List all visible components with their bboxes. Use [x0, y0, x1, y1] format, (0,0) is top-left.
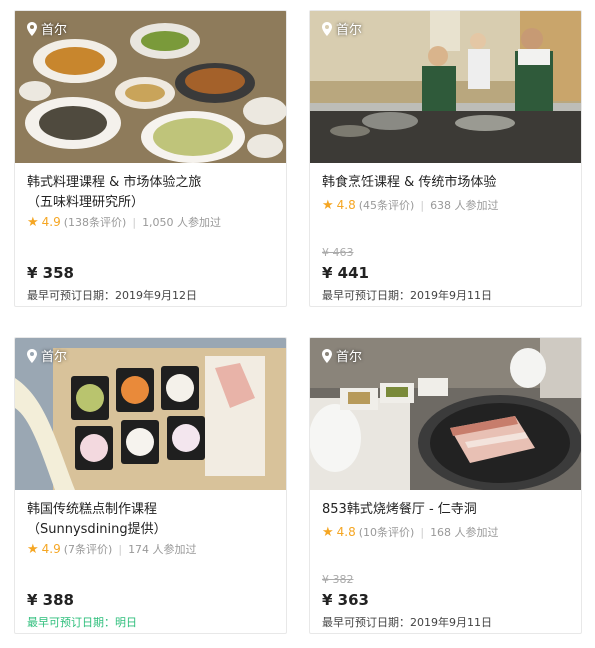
activity-title[interactable]: 韩食烹饪课程 & 传统市场体验	[322, 173, 570, 193]
location-text: 首尔	[41, 350, 68, 365]
star-icon: ★	[27, 214, 39, 230]
title-line-2: （五味料理研究所）	[27, 195, 145, 210]
star-icon: ★	[322, 197, 334, 213]
separator: |	[132, 215, 137, 229]
activity-title[interactable]: 韩国传统糕点制作课程 （Sunnysdining提供）	[27, 500, 275, 540]
location-label: 首尔	[27, 19, 67, 38]
location-text: 首尔	[336, 23, 363, 38]
rating-score: 4.9	[41, 542, 61, 556]
earliest-date: 最早可预订日期：明日	[27, 616, 137, 629]
participant-count: 1,050 人参加过	[142, 216, 222, 229]
location-label: 首尔	[27, 346, 67, 365]
location-pin-icon	[322, 348, 332, 363]
location-label: 首尔	[322, 346, 362, 365]
participant-count: 638 人参加过	[430, 199, 499, 212]
location-label: 首尔	[322, 19, 362, 38]
rating-score: 4.8	[336, 198, 356, 212]
location-pin-icon	[27, 21, 37, 36]
title-line-1: 韩食烹饪课程 & 传统市场体验	[322, 175, 497, 190]
rating-row: ★ 4.8 (45条评价) | 638 人参加过	[322, 197, 499, 213]
rating-row: ★ 4.9 (7条评价) | 174 人参加过	[27, 541, 197, 557]
star-icon: ★	[322, 524, 334, 540]
activity-card-rice-cake-class[interactable]: 首尔 韩国传统糕点制作课程 （Sunnysdining提供） ★ 4.9 (7条…	[14, 337, 287, 634]
star-icon: ★	[27, 541, 39, 557]
separator: |	[420, 198, 425, 212]
price: ¥ 388	[27, 591, 74, 609]
activity-title[interactable]: 韩式料理课程 & 市场体验之旅 （五味料理研究所）	[27, 173, 275, 213]
title-line-1: 853韩式烧烤餐厅 - 仁寺洞	[322, 502, 477, 517]
location-text: 首尔	[336, 350, 363, 365]
separator: |	[420, 525, 425, 539]
review-count: (7条评价)	[63, 543, 113, 556]
earliest-date: 最早可预订日期：2019年9月11日	[322, 289, 492, 302]
rating-row: ★ 4.8 (10条评价) | 168 人参加过	[322, 524, 499, 540]
original-price: ¥ 463	[322, 246, 354, 259]
rating-row: ★ 4.9 (138条评价) | 1,050 人参加过	[27, 214, 221, 230]
earliest-date: 最早可预订日期：2019年9月11日	[322, 616, 492, 629]
title-line-1: 韩式料理课程 & 市场体验之旅	[27, 175, 202, 190]
rating-score: 4.9	[41, 215, 61, 229]
activity-card-bbq-restaurant[interactable]: 首尔 853韩式烧烤餐厅 - 仁寺洞 ★ 4.8 (10条评价) | 168 人…	[309, 337, 582, 634]
rating-score: 4.8	[336, 525, 356, 539]
review-count: (10条评价)	[358, 526, 415, 539]
activity-card-cooking-class[interactable]: 首尔 韩式料理课程 & 市场体验之旅 （五味料理研究所） ★ 4.9 (138条…	[14, 10, 287, 307]
separator: |	[118, 542, 123, 556]
activity-title[interactable]: 853韩式烧烤餐厅 - 仁寺洞	[322, 500, 570, 520]
price: ¥ 441	[322, 264, 369, 282]
location-pin-icon	[322, 21, 332, 36]
price: ¥ 358	[27, 264, 74, 282]
earliest-date: 最早可预订日期：2019年9月12日	[27, 289, 197, 302]
review-count: (45条评价)	[358, 199, 415, 212]
title-line-1: 韩国传统糕点制作课程	[27, 502, 158, 517]
title-line-2: （Sunnysdining提供）	[27, 522, 167, 537]
activity-card-korean-cuisine[interactable]: 首尔 韩食烹饪课程 & 传统市场体验 ★ 4.8 (45条评价) | 638 人…	[309, 10, 582, 307]
original-price: ¥ 382	[322, 573, 354, 586]
price: ¥ 363	[322, 591, 369, 609]
participant-count: 168 人参加过	[430, 526, 499, 539]
review-count: (138条评价)	[63, 216, 127, 229]
participant-count: 174 人参加过	[128, 543, 197, 556]
location-text: 首尔	[41, 23, 68, 38]
location-pin-icon	[27, 348, 37, 363]
